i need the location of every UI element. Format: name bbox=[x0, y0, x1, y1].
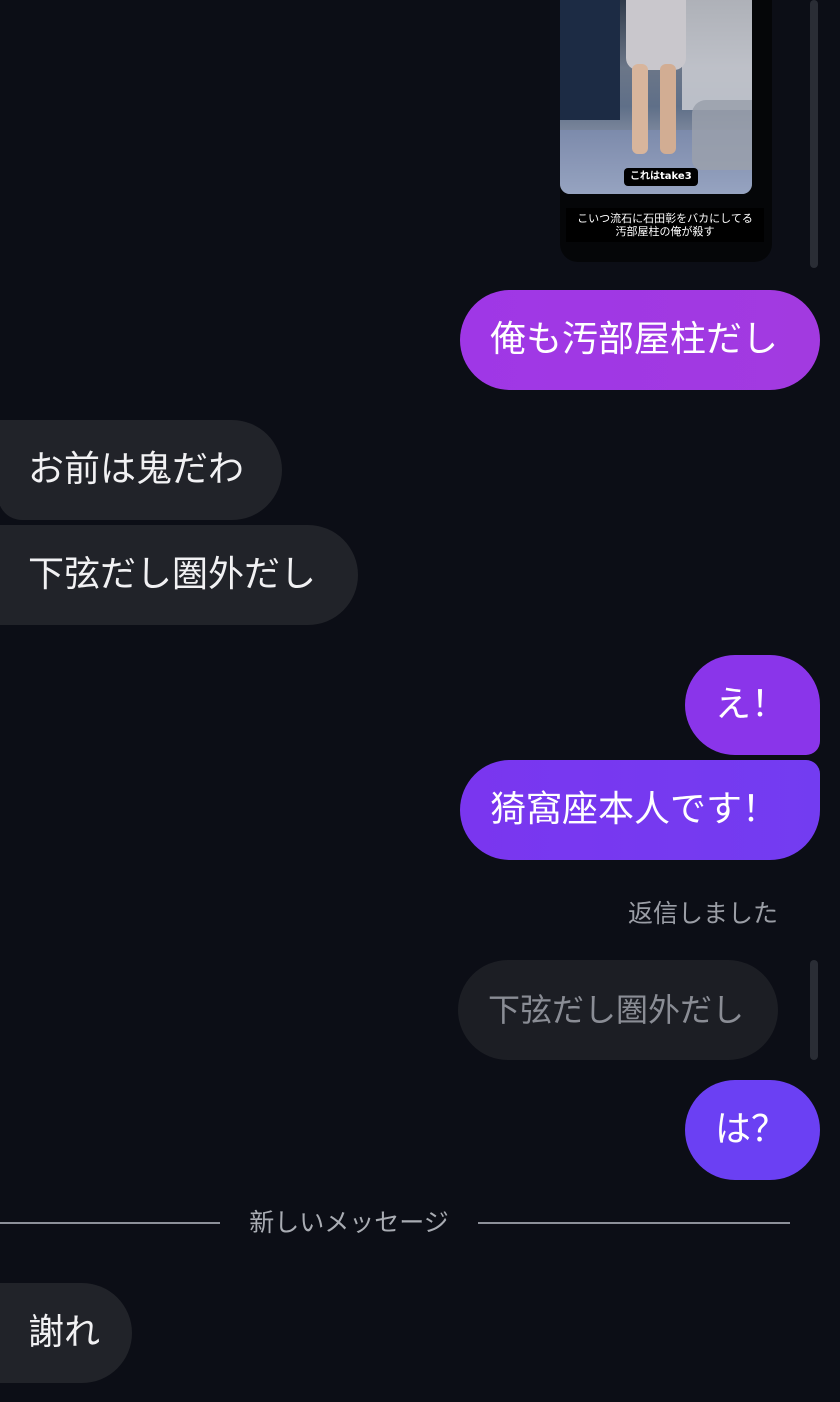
reply-status: 返信しました bbox=[627, 899, 778, 928]
message-bubble-incoming[interactable]: 下弦だし圏外だし bbox=[0, 525, 358, 625]
reply-indicator-bar bbox=[810, 960, 818, 1060]
message-bubble-incoming[interactable]: お前は鬼だわ bbox=[0, 420, 282, 520]
message-bubble-outgoing[interactable]: は？ bbox=[685, 1080, 820, 1180]
shared-video-preview[interactable]: これはtake3 こいつ流石に石田彰をバカにしてる 汚部屋柱の俺が殺す bbox=[560, 0, 772, 262]
video-caption: こいつ流石に石田彰をバカにしてる 汚部屋柱の俺が殺す bbox=[566, 208, 764, 242]
divider-line-left bbox=[0, 1222, 220, 1224]
video-tag: これはtake3 bbox=[624, 168, 698, 186]
message-bubble-outgoing[interactable]: 猗窩座本人です！ bbox=[460, 760, 820, 860]
video-caption-line1: こいつ流石に石田彰をバカにしてる bbox=[577, 212, 753, 225]
divider-line-right bbox=[478, 1222, 790, 1224]
message-bubble-outgoing[interactable]: 俺も汚部屋柱だし bbox=[460, 290, 820, 390]
message-bubble-outgoing[interactable]: え！ bbox=[685, 655, 820, 755]
quoted-reply-bubble[interactable]: 下弦だし圏外だし bbox=[458, 960, 778, 1060]
video-thumbnail bbox=[560, 0, 752, 194]
message-bubble-incoming[interactable]: 謝れ bbox=[0, 1283, 132, 1383]
scroll-indicator-top bbox=[810, 0, 818, 268]
video-caption-line2: 汚部屋柱の俺が殺す bbox=[615, 225, 715, 238]
new-messages-label: 新しいメッセージ bbox=[249, 1208, 449, 1237]
